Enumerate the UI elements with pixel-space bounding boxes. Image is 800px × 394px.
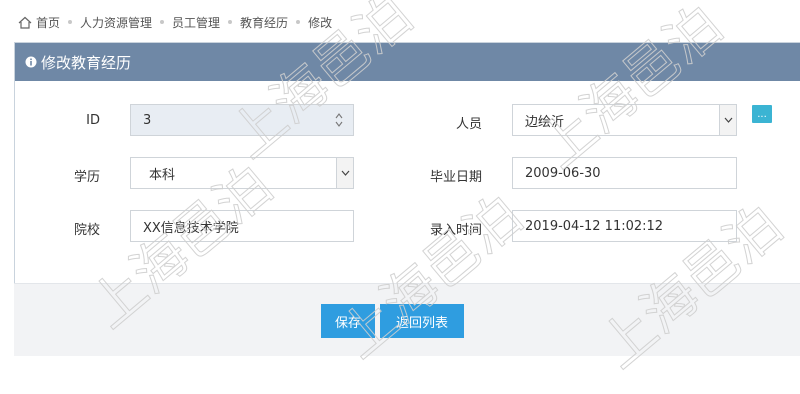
panel-title: 修改教育经历 bbox=[41, 53, 132, 72]
id-label: ID bbox=[86, 113, 100, 128]
breadcrumb-hr[interactable]: 人力资源管理 bbox=[80, 14, 152, 31]
chevron-down-icon bbox=[341, 170, 349, 176]
education-select[interactable]: 本科 bbox=[130, 157, 354, 189]
id-input[interactable]: 3 bbox=[130, 104, 354, 136]
person-value: 边绘沂 bbox=[525, 114, 565, 130]
person-dropdown-button[interactable] bbox=[719, 105, 736, 135]
breadcrumb-separator bbox=[228, 20, 233, 24]
breadcrumb: 首页 人力资源管理 员工管理 教育经历 修改 bbox=[18, 10, 332, 34]
entry-time-input[interactable]: 2019-04-12 11:02:12 bbox=[512, 210, 737, 242]
entry-time-label: 录入时间 bbox=[429, 223, 482, 238]
person-lookup-button[interactable]: ... bbox=[752, 105, 772, 123]
home-icon[interactable] bbox=[18, 16, 32, 29]
breadcrumb-separator bbox=[160, 20, 165, 24]
breadcrumb-current: 修改 bbox=[308, 15, 333, 30]
graduation-date-label: 毕业日期 bbox=[429, 170, 482, 185]
school-value: XX信息技术学院 bbox=[143, 220, 239, 236]
entry-time-value: 2019-04-12 11:02:12 bbox=[525, 218, 664, 234]
id-value: 3 bbox=[143, 112, 152, 128]
graduation-date-input[interactable]: 2009-06-30 bbox=[512, 157, 737, 189]
school-input[interactable]: XX信息技术学院 bbox=[130, 210, 354, 242]
breadcrumb-separator bbox=[296, 20, 301, 24]
breadcrumb-employee[interactable]: 员工管理 bbox=[172, 14, 220, 31]
breadcrumb-education[interactable]: 教育经历 bbox=[240, 14, 288, 31]
person-select[interactable]: 边绘沂 bbox=[512, 104, 737, 136]
spinner-icon[interactable] bbox=[335, 112, 343, 128]
person-label: 人员 bbox=[455, 117, 482, 132]
breadcrumb-separator bbox=[68, 20, 73, 24]
chevron-down-icon bbox=[724, 117, 732, 123]
panel-header: 修改教育经历 bbox=[15, 43, 800, 81]
save-button[interactable]: 保存 bbox=[321, 304, 375, 338]
graduation-date-value: 2009-06-30 bbox=[525, 165, 601, 181]
education-label: 学历 bbox=[73, 170, 100, 185]
breadcrumb-home[interactable]: 首页 bbox=[36, 14, 60, 31]
school-label: 院校 bbox=[73, 223, 100, 238]
education-dropdown-button[interactable] bbox=[336, 158, 353, 188]
back-to-list-button[interactable]: 返回列表 bbox=[380, 304, 464, 338]
education-value: 本科 bbox=[149, 167, 176, 183]
info-icon bbox=[25, 56, 37, 68]
